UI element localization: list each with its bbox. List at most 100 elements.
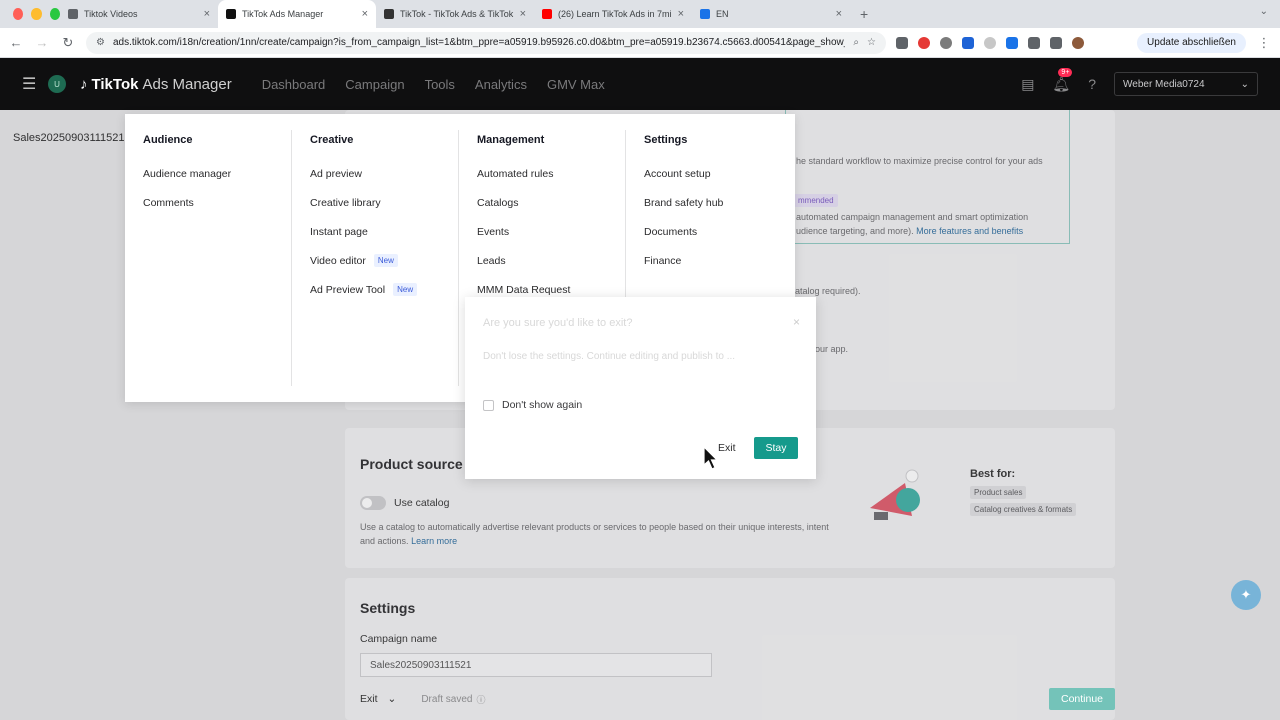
extension-screenshot-icon[interactable] [896, 36, 908, 49]
reload-button[interactable]: ↻ [60, 35, 76, 51]
update-browser-button[interactable]: Update abschließen [1137, 32, 1246, 53]
tab-label: Tiktok Videos [84, 9, 138, 19]
tab-close-icon[interactable]: × [362, 8, 368, 20]
browser-menu-icon[interactable]: ⋮ [1256, 35, 1272, 51]
browser-tab[interactable]: (26) Learn TikTok Ads in 7min × [534, 0, 692, 28]
site-info-icon[interactable]: ⚙ [96, 37, 105, 48]
info-icon[interactable]: ⓘ [476, 693, 485, 706]
menu-item[interactable]: Instant page [310, 217, 458, 246]
menu-item[interactable]: Catalogs [477, 188, 625, 217]
extensions-puzzle-icon[interactable] [1028, 36, 1040, 49]
account-name: Weber Media0724 [1123, 78, 1205, 90]
menu-item[interactable]: Comments [143, 188, 291, 217]
menu-item-label: Instant page [310, 225, 368, 238]
tab-close-icon[interactable]: × [678, 8, 684, 20]
tab-favicon-icon [68, 9, 78, 19]
browser-tab[interactable]: EN × [692, 0, 850, 28]
tab-close-icon[interactable]: × [836, 8, 842, 20]
back-button[interactable]: ← [8, 35, 24, 50]
menu-item[interactable]: Automated rules [477, 159, 625, 188]
menu-item[interactable]: Leads [477, 246, 625, 275]
tab-label: EN [716, 9, 729, 19]
menu-item-label: Creative library [310, 196, 381, 209]
zoom-icon[interactable]: ⌕ [853, 37, 859, 48]
media-icon[interactable] [1050, 36, 1062, 49]
menu-item[interactable]: Ad Preview Tool New [310, 275, 458, 304]
menu-item-label: Ad Preview Tool [310, 283, 386, 296]
menu-column-creative: Creative Ad preview Creative library Instan… [292, 130, 459, 386]
tab-close-icon[interactable]: × [520, 8, 526, 20]
dont-show-again-checkbox[interactable]: Don't show again [483, 399, 582, 411]
menu-item[interactable]: Finance [644, 246, 793, 275]
new-tab-button[interactable]: + [850, 6, 868, 22]
menu-item[interactable]: Brand safety hub [644, 188, 793, 217]
browser-toolbar: ← → ↻ ⚙ ads.tiktok.com/i18n/creation/1nn… [0, 28, 1280, 58]
menu-item[interactable]: Video editor New [310, 246, 458, 275]
tab-label: (26) Learn TikTok Ads in 7min [558, 9, 672, 19]
menu-item[interactable]: Account setup [644, 159, 793, 188]
menu-item[interactable]: Creative library [310, 188, 458, 217]
menu-item-label: Documents [644, 225, 698, 238]
menu-item-label: Brand safety hub [644, 196, 724, 209]
nav-dashboard[interactable]: Dashboard [262, 77, 326, 92]
menu-item-label: Ad preview [310, 167, 362, 180]
new-badge: New [373, 254, 398, 267]
main-nav: Dashboard Campaign Tools Analytics GMV M… [262, 77, 605, 92]
tasks-icon[interactable]: ▤ [1021, 76, 1034, 93]
menu-column-heading: Creative [310, 134, 354, 146]
checkbox-box[interactable] [483, 399, 494, 411]
draft-saved-status: Draft saved ⓘ [421, 693, 485, 706]
forward-button[interactable]: → [34, 35, 50, 50]
account-avatar[interactable]: U [48, 75, 66, 93]
menu-item[interactable]: Documents [644, 217, 793, 246]
nav-gmv-max[interactable]: GMV Max [547, 77, 605, 92]
menu-item-label: Audience manager [143, 167, 232, 180]
browser-tab[interactable]: TikTok Ads Manager × [218, 0, 376, 28]
menu-item[interactable]: Audience manager [143, 159, 291, 188]
menu-item[interactable]: Events [477, 217, 625, 246]
extension-abp-icon[interactable] [918, 36, 930, 49]
nav-campaign[interactable]: Campaign [345, 77, 404, 92]
close-window-button[interactable] [13, 8, 24, 20]
assistant-icon[interactable]: ✦ [1231, 580, 1261, 610]
continue-button[interactable]: Continue [1049, 688, 1115, 710]
brand-logo[interactable]: ♪ TikTok Ads Manager [80, 76, 232, 93]
tab-label: TikTok - TikTok Ads & TikTok [400, 9, 514, 19]
draft-saved-label: Draft saved [421, 693, 473, 705]
menu-item-label: Leads [477, 254, 506, 267]
browser-tab[interactable]: TikTok - TikTok Ads & TikTok × [376, 0, 534, 28]
extension-blue-icon[interactable] [962, 36, 974, 49]
extension-grey-icon[interactable] [984, 36, 996, 49]
nav-analytics[interactable]: Analytics [475, 77, 527, 92]
maximize-window-button[interactable] [49, 8, 60, 20]
close-icon[interactable]: × [793, 315, 800, 329]
menu-column-heading: Audience [143, 134, 193, 146]
help-icon[interactable]: ? [1088, 76, 1096, 92]
bookmark-star-icon[interactable]: ☆ [867, 37, 876, 48]
bottom-exit-button[interactable]: Exit ⌄ [345, 693, 411, 705]
browser-tab-bar: Tiktok Videos × TikTok Ads Manager × TikTok … [0, 0, 1280, 28]
extension-globe-icon[interactable] [940, 36, 952, 49]
tab-close-icon[interactable]: × [204, 8, 210, 20]
notification-bell-icon[interactable]: 🔔︎ 9+ [1052, 67, 1073, 93]
address-bar[interactable]: ⚙ ads.tiktok.com/i18n/creation/1nn/creat… [86, 31, 886, 54]
browser-tab[interactable]: Tiktok Videos × [60, 0, 218, 28]
tab-search-icon[interactable]: ⌄ [1260, 6, 1268, 17]
menu-item[interactable]: Ad preview [310, 159, 458, 188]
extension-shield-icon[interactable] [1006, 36, 1018, 49]
notification-badge: 9+ [1058, 67, 1073, 77]
account-selector[interactable]: Weber Media0724 ⌄ [1114, 72, 1258, 96]
hamburger-menu-icon[interactable]: ☰ [22, 74, 44, 94]
menu-item-label: MMM Data Request [477, 283, 571, 296]
modal-stay-button[interactable]: Stay [754, 437, 798, 459]
tab-label: TikTok Ads Manager [242, 9, 324, 19]
tiktok-note-icon: ♪ [80, 75, 88, 93]
tab-favicon-icon [542, 9, 552, 19]
profile-avatar[interactable] [1072, 36, 1084, 49]
chevron-down-icon: ⌄ [1240, 78, 1249, 90]
menu-item-label: Video editor [310, 254, 366, 267]
nav-tools[interactable]: Tools [425, 77, 455, 92]
tab-favicon-icon [700, 9, 710, 19]
minimize-window-button[interactable] [31, 8, 42, 20]
brand-name: TikTok [91, 75, 139, 93]
